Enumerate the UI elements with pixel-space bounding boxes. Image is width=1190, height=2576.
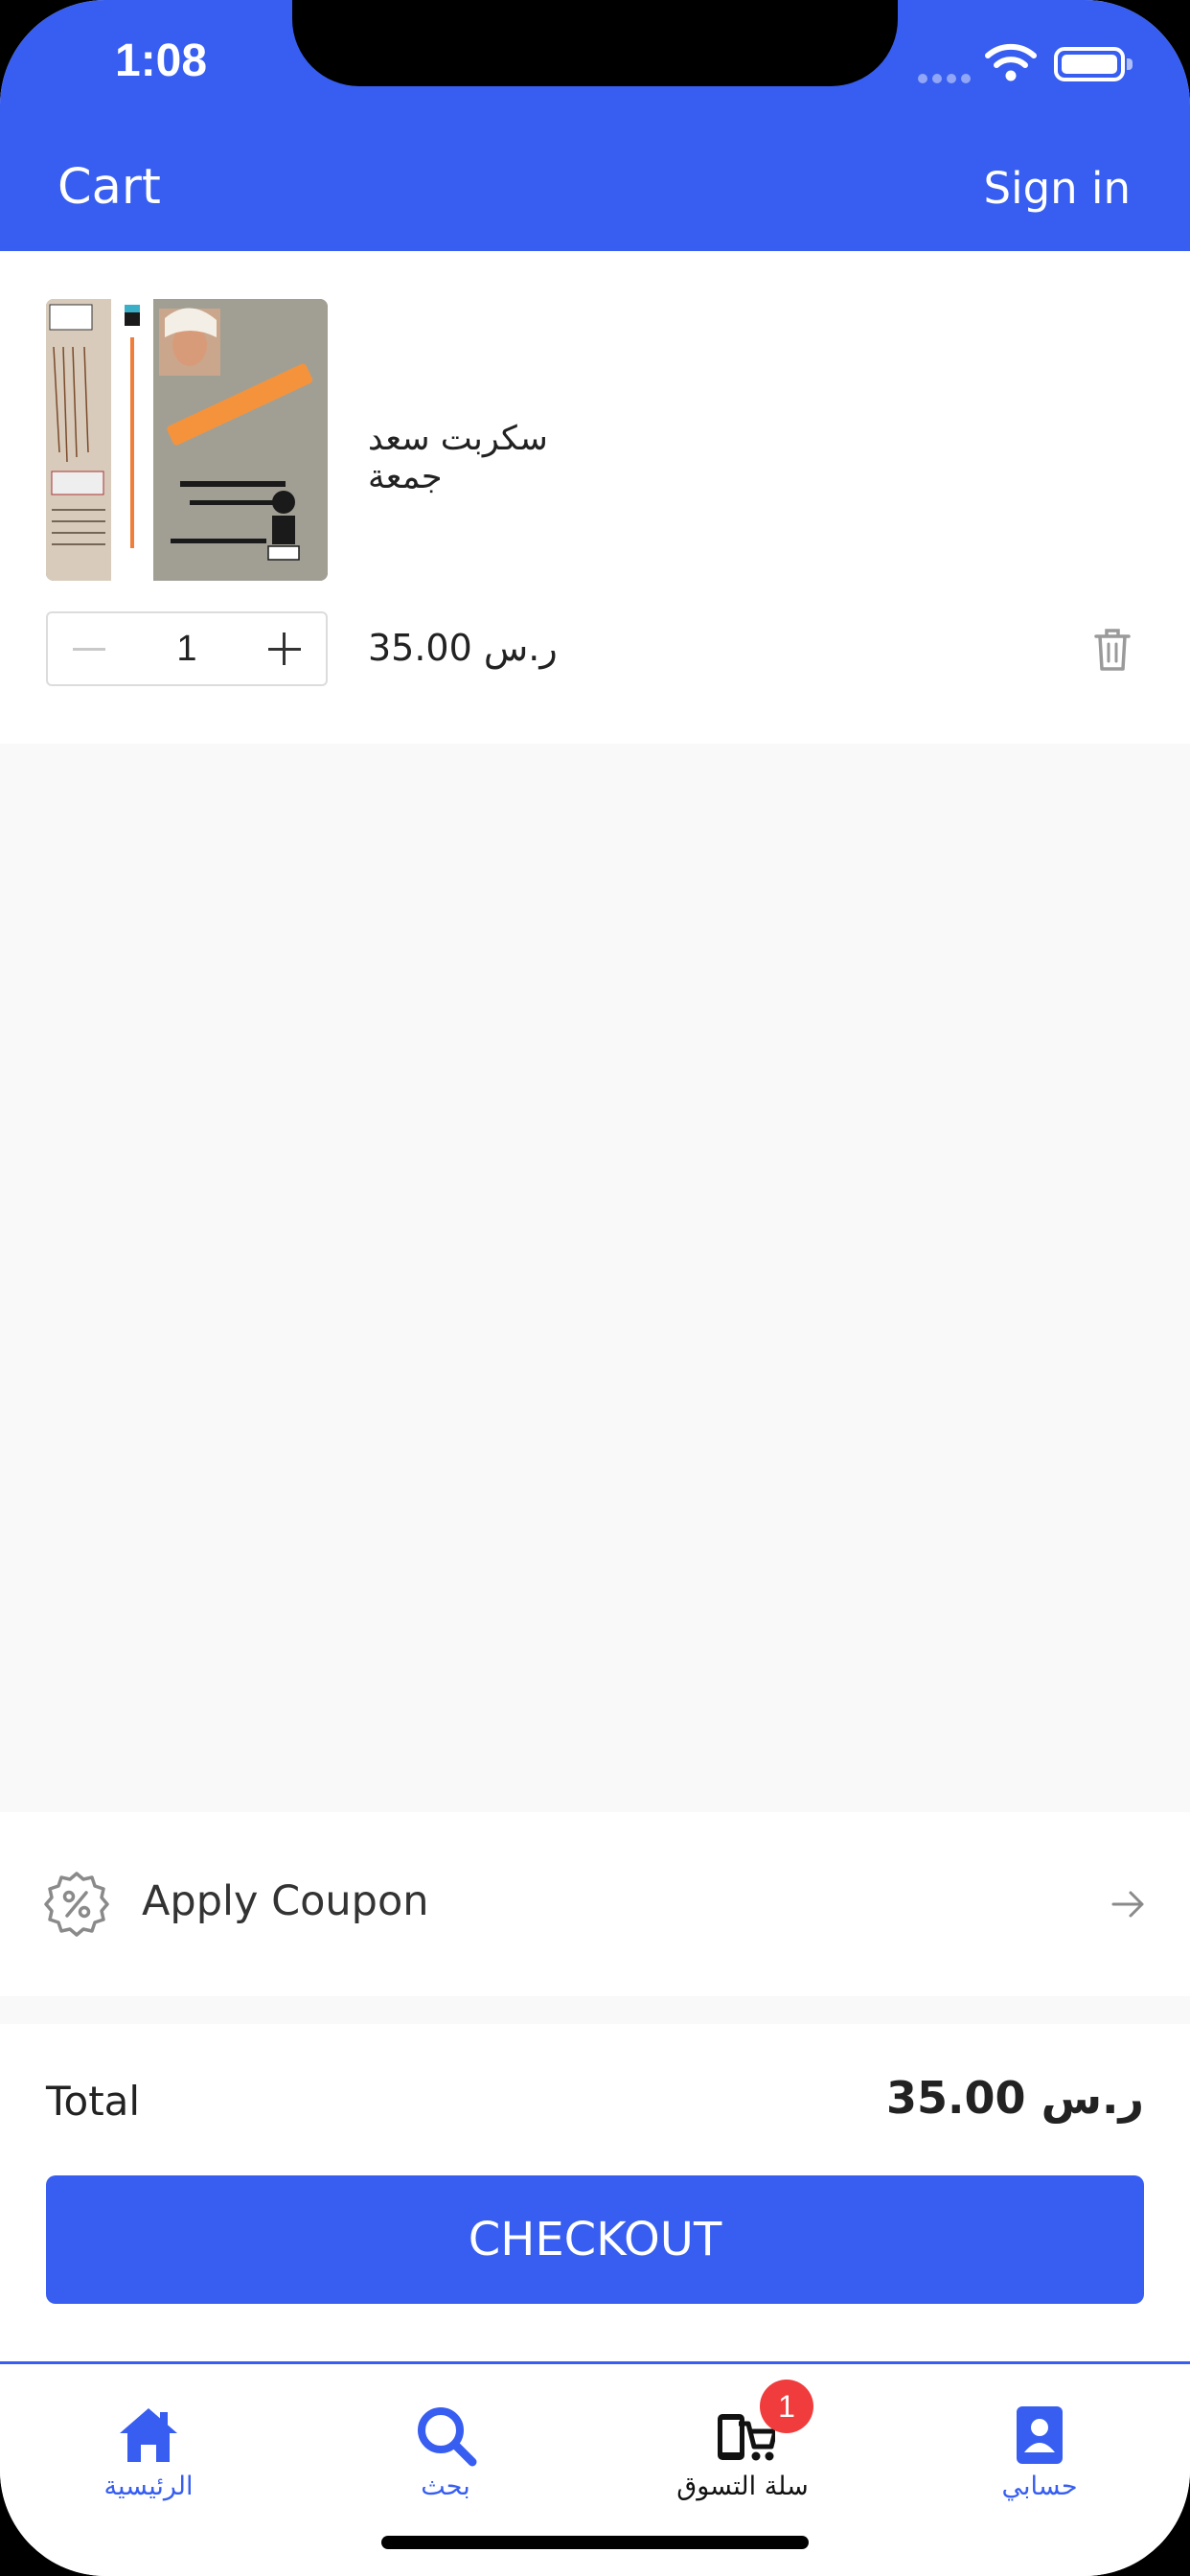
order-summary: Total 35.00 ر.س CHECKOUT (0, 2024, 1190, 2363)
tab-cart[interactable]: 1 سلة التسوق (618, 2364, 867, 2508)
tab-label: حسابي (1001, 2472, 1078, 2501)
tab-label: الرئيسية (103, 2472, 194, 2501)
cellular-signal-icon (918, 74, 972, 85)
quantity-value[interactable]: 1 (130, 613, 243, 684)
tab-home[interactable]: الرئيسية (24, 2364, 273, 2508)
increase-quantity-button[interactable] (243, 613, 326, 684)
tab-account[interactable]: حسابي (915, 2364, 1164, 2508)
total-value: 35.00 ر.س (886, 2072, 1144, 2124)
tab-label: سلة التسوق (676, 2472, 809, 2501)
app-header: 1:08 Cart Sign in (0, 0, 1190, 251)
coupon-percent-icon (44, 1872, 109, 1937)
decrease-quantity-button[interactable] (48, 613, 130, 684)
apply-coupon-label: Apply Coupon (142, 1877, 429, 1925)
product-price: 35.00 ر.س (368, 627, 558, 669)
home-indicator[interactable] (381, 2536, 809, 2549)
cart-item: سكربت سعد جمعة 1 35.00 ر.س (0, 251, 1190, 744)
tab-label: بحث (421, 2472, 470, 2501)
arrow-right-icon (1111, 1891, 1144, 1918)
home-icon (120, 2408, 177, 2462)
checkout-button[interactable]: CHECKOUT (46, 2175, 1144, 2304)
total-label: Total (46, 2078, 141, 2125)
phone-screen: 1:08 Cart Sign in سكربت سعد جمعة 1 35.00… (0, 0, 1190, 2576)
quantity-stepper: 1 (46, 611, 328, 686)
page-title: Cart (57, 159, 161, 216)
cart-badge: 1 (760, 2380, 813, 2433)
search-icon (418, 2407, 477, 2467)
account-icon (1017, 2406, 1063, 2464)
trash-icon[interactable] (1092, 627, 1133, 673)
status-time: 1:08 (115, 35, 208, 86)
device-notch (292, 0, 898, 86)
wifi-icon (985, 43, 1037, 81)
tab-search[interactable]: بحث (321, 2364, 570, 2508)
apply-coupon-row[interactable]: Apply Coupon (0, 1812, 1190, 1996)
product-image[interactable] (46, 299, 328, 581)
sign-in-link[interactable]: Sign in (984, 163, 1131, 214)
battery-icon (1054, 47, 1133, 81)
product-title[interactable]: سكربت سعد جمعة (368, 420, 617, 496)
